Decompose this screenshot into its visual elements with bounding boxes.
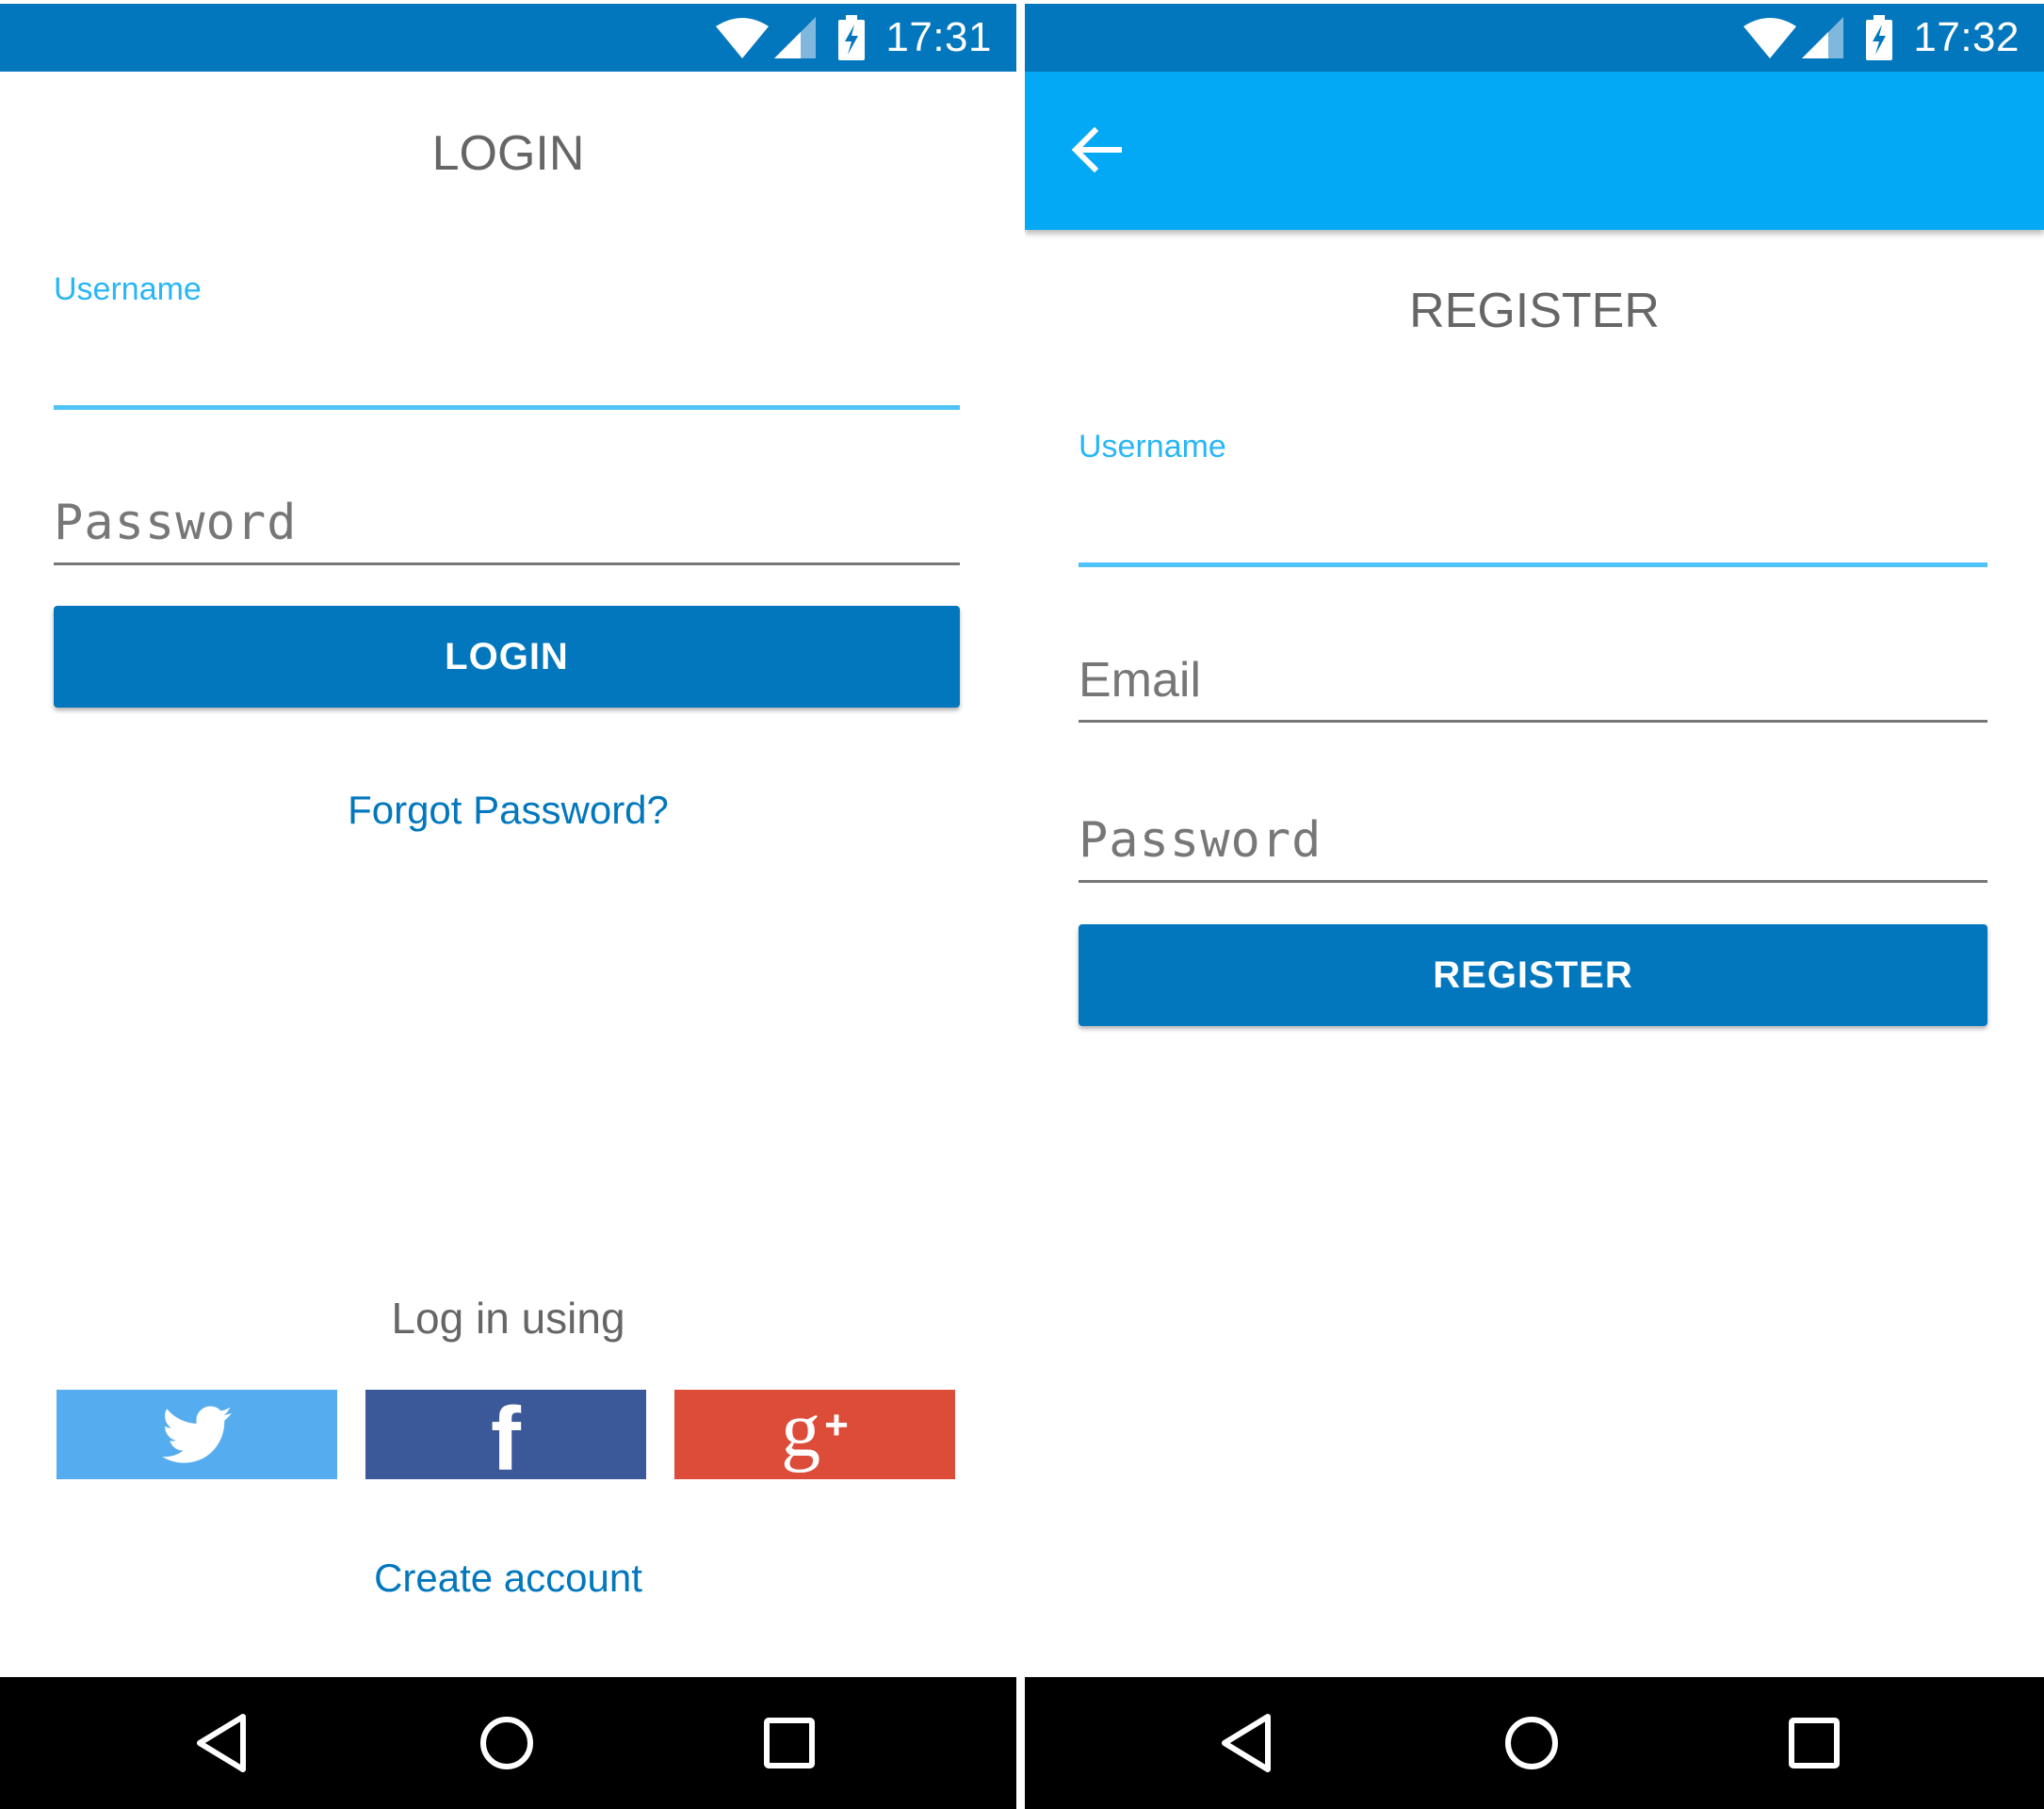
status-time: 17:32 [1913,14,2020,60]
google-plus-sign: + [824,1401,849,1448]
create-account-link[interactable]: Create account [0,1556,1016,1601]
facebook-login-button[interactable]: f [365,1390,646,1484]
status-bar: 17:31 [0,4,1016,72]
username-underline [1079,562,1987,567]
username-underline [54,405,960,410]
nav-home-button[interactable] [1494,1705,1569,1781]
wifi-icon [716,18,770,58]
status-time: 17:31 [885,14,992,60]
google-plus-login-button[interactable]: g + [674,1390,955,1479]
twitter-bird-icon [162,1405,232,1463]
password-underline [54,562,960,565]
nav-recents-icon [764,1718,815,1768]
cell-signal-icon [1802,17,1844,58]
status-icons: 17:32 [1744,4,2020,72]
wifi-icon [1744,18,1797,58]
social-login-label: Log in using [391,1294,625,1343]
nav-recents-button[interactable] [752,1705,827,1781]
nav-back-button[interactable] [1211,1705,1287,1781]
cell-signal-icon [774,17,817,58]
password-input[interactable] [1079,803,1987,878]
login-screen: 17:31 LOGIN Username LOGIN Forgot Passwo… [0,0,1016,1809]
battery-charging-icon [1866,15,1893,60]
password-underline [1079,880,1987,883]
navigation-bar [1025,1677,2044,1809]
back-button[interactable] [1066,119,1128,181]
username-label: Username [54,271,202,307]
navigation-bar [0,1677,1016,1809]
app-bar [1025,72,2044,230]
password-input[interactable] [54,485,960,561]
status-bar: 17:32 [1025,4,2044,72]
nav-back-icon [1222,1714,1271,1772]
login-button[interactable]: LOGIN [54,606,960,708]
nav-home-icon [480,1717,533,1769]
username-input[interactable] [1079,473,1987,548]
forgot-password-link[interactable]: Forgot Password? [0,788,1016,833]
username-label: Username [1079,429,1226,464]
nav-recents-button[interactable] [1776,1705,1852,1781]
facebook-f-icon: f [491,1388,521,1490]
username-input[interactable] [54,316,960,391]
nav-home-button[interactable] [469,1705,544,1781]
screen-divider [1016,0,1025,1809]
nav-home-icon [1505,1717,1558,1769]
email-input[interactable] [1079,643,1987,718]
twitter-login-button[interactable] [57,1390,337,1479]
nav-back-button[interactable] [187,1705,262,1781]
register-title: REGISTER [1409,284,1660,338]
email-underline [1079,720,1987,723]
arrow-back-icon [1071,126,1122,173]
google-plus-icon: g [781,1385,821,1474]
battery-charging-icon [838,15,866,60]
nav-recents-icon [1789,1718,1840,1768]
status-icons: 17:31 [716,4,992,72]
register-screen: 17:32 REGISTER Username REGISTER [1025,0,2044,1809]
register-button[interactable]: REGISTER [1079,924,1987,1026]
login-title: LOGIN [431,126,585,181]
nav-back-icon [197,1714,246,1772]
